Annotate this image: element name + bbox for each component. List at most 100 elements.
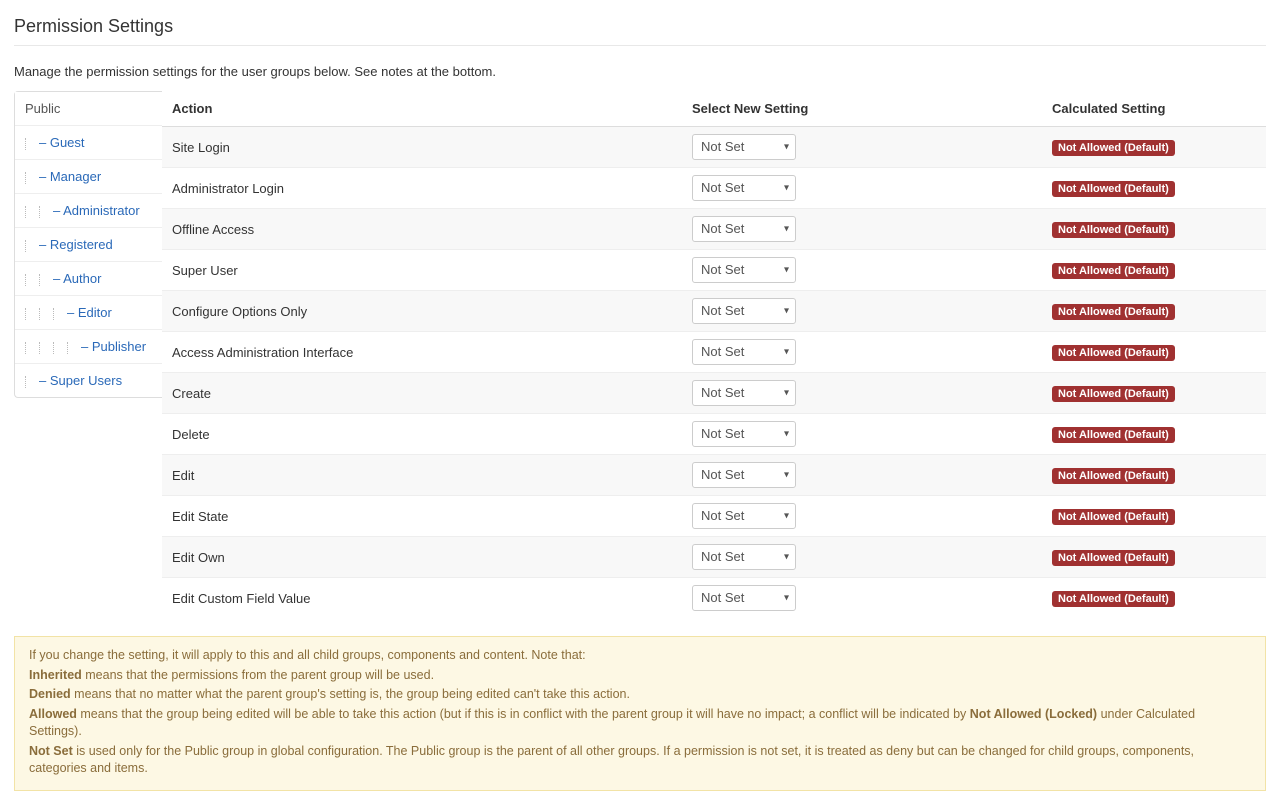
group-tab[interactable]: – Guest — [15, 126, 162, 159]
indent-marker — [25, 240, 33, 252]
table-row: Administrator Login Not SetInheritedAllow… — [162, 168, 1266, 209]
calc-cell: Not Allowed (Default) — [1042, 209, 1266, 250]
table-row: Site Login Not SetInheritedAllowedDenied N… — [162, 127, 1266, 168]
permission-select[interactable]: Not SetInheritedAllowedDenied — [692, 421, 796, 447]
calc-cell: Not Allowed (Default) — [1042, 250, 1266, 291]
status-badge: Not Allowed (Default) — [1052, 140, 1175, 156]
permission-select[interactable]: Not SetInheritedAllowedDenied — [692, 175, 796, 201]
group-tab[interactable]: – Registered — [15, 228, 162, 261]
notes-line-notset: Not Set is used only for the Public grou… — [29, 743, 1251, 778]
table-row: Edit Not SetInheritedAllowedDenied Not All… — [162, 455, 1266, 496]
group-tab-label: – Publisher — [81, 339, 146, 354]
table-row: Edit Custom Field Value Not SetInheritedA… — [162, 578, 1266, 619]
indent-marker — [25, 376, 33, 388]
action-cell: Delete — [162, 414, 682, 455]
notes-line-inherited: Inherited means that the permissions fro… — [29, 667, 1251, 685]
group-tab[interactable]: – Editor — [15, 296, 162, 329]
select-cell: Not SetInheritedAllowedDenied — [682, 455, 1042, 496]
notes-line-denied: Denied means that no matter what the par… — [29, 686, 1251, 704]
calc-cell: Not Allowed (Default) — [1042, 414, 1266, 455]
notes-line-allowed: Allowed means that the group being edite… — [29, 706, 1251, 741]
table-row: Delete Not SetInheritedAllowedDenied Not A… — [162, 414, 1266, 455]
status-badge: Not Allowed (Default) — [1052, 345, 1175, 361]
indent-marker — [67, 342, 75, 354]
select-cell: Not SetInheritedAllowedDenied — [682, 537, 1042, 578]
action-cell: Create — [162, 373, 682, 414]
permission-select[interactable]: Not SetInheritedAllowedDenied — [692, 380, 796, 406]
permission-select[interactable]: Not SetInheritedAllowedDenied — [692, 216, 796, 242]
select-cell: Not SetInheritedAllowedDenied — [682, 209, 1042, 250]
action-cell: Edit Own — [162, 537, 682, 578]
action-cell: Super User — [162, 250, 682, 291]
select-cell: Not SetInheritedAllowedDenied — [682, 578, 1042, 619]
action-cell: Edit Custom Field Value — [162, 578, 682, 619]
group-tab[interactable]: – Administrator — [15, 194, 162, 227]
notes-line-intro: If you change the setting, it will apply… — [29, 647, 1251, 665]
group-tab[interactable]: – Manager — [15, 160, 162, 193]
action-cell: Configure Options Only — [162, 291, 682, 332]
group-tab[interactable]: Public — [15, 92, 162, 125]
permission-select[interactable]: Not SetInheritedAllowedDenied — [692, 298, 796, 324]
col-header-action: Action — [162, 91, 682, 127]
permissions-panel: Public – Guest – Manager – Administrator – R… — [14, 91, 1266, 618]
group-tab-label: – Author — [53, 271, 101, 286]
group-tab-label: – Editor — [67, 305, 112, 320]
permission-select[interactable]: Not SetInheritedAllowedDenied — [692, 257, 796, 283]
permission-select[interactable]: Not SetInheritedAllowedDenied — [692, 462, 796, 488]
group-tab-label: – Guest — [39, 135, 85, 150]
permission-select[interactable]: Not SetInheritedAllowedDenied — [692, 544, 796, 570]
table-row: Access Administration InterfaceNot SetIn… — [162, 332, 1266, 373]
calc-cell: Not Allowed (Default) — [1042, 127, 1266, 168]
calc-cell: Not Allowed (Default) — [1042, 537, 1266, 578]
group-tab-label: – Administrator — [53, 203, 140, 218]
col-header-calc: Calculated Setting — [1042, 91, 1266, 127]
status-badge: Not Allowed (Default) — [1052, 591, 1175, 607]
calc-cell: Not Allowed (Default) — [1042, 455, 1266, 496]
group-tab[interactable]: – Super Users — [15, 364, 162, 397]
select-cell: Not SetInheritedAllowedDenied — [682, 414, 1042, 455]
indent-marker — [53, 308, 61, 320]
permission-select[interactable]: Not SetInheritedAllowedDenied — [692, 503, 796, 529]
select-cell: Not SetInheritedAllowedDenied — [682, 496, 1042, 537]
action-cell: Site Login — [162, 127, 682, 168]
select-cell: Not SetInheritedAllowedDenied — [682, 332, 1042, 373]
group-tab-label: – Registered — [39, 237, 113, 252]
indent-marker — [25, 308, 33, 320]
permission-select[interactable]: Not SetInheritedAllowedDenied — [692, 134, 796, 160]
indent-marker — [39, 342, 47, 354]
intro-text: Manage the permission settings for the u… — [14, 64, 1266, 79]
action-cell: Offline Access — [162, 209, 682, 250]
group-tabs: Public – Guest – Manager – Administrator – R… — [14, 91, 162, 398]
indent-marker — [39, 308, 47, 320]
status-badge: Not Allowed (Default) — [1052, 468, 1175, 484]
indent-marker — [39, 206, 47, 218]
group-tab[interactable]: – Publisher — [15, 330, 162, 363]
indent-marker — [25, 138, 33, 150]
table-row: Edit State Not SetInheritedAllowedDenied N… — [162, 496, 1266, 537]
permissions-table: Action Select New Setting Calculated Set… — [162, 91, 1266, 618]
select-cell: Not SetInheritedAllowedDenied — [682, 291, 1042, 332]
group-tab-label: – Super Users — [39, 373, 122, 388]
calc-cell: Not Allowed (Default) — [1042, 496, 1266, 537]
action-cell: Edit State — [162, 496, 682, 537]
group-tab-label: Public — [25, 101, 60, 116]
table-row: Offline Access Not SetInheritedAllowedDen… — [162, 209, 1266, 250]
status-badge: Not Allowed (Default) — [1052, 181, 1175, 197]
status-badge: Not Allowed (Default) — [1052, 263, 1175, 279]
group-tab[interactable]: – Author — [15, 262, 162, 295]
calc-cell: Not Allowed (Default) — [1042, 168, 1266, 209]
calc-cell: Not Allowed (Default) — [1042, 291, 1266, 332]
permission-select[interactable]: Not SetInheritedAllowedDenied — [692, 585, 796, 611]
status-badge: Not Allowed (Default) — [1052, 427, 1175, 443]
indent-marker — [25, 274, 33, 286]
status-badge: Not Allowed (Default) — [1052, 222, 1175, 238]
permission-select[interactable]: Not SetInheritedAllowedDenied — [692, 339, 796, 365]
action-cell: Edit — [162, 455, 682, 496]
status-badge: Not Allowed (Default) — [1052, 386, 1175, 402]
table-row: Edit Own Not SetInheritedAllowedDenied Not… — [162, 537, 1266, 578]
status-badge: Not Allowed (Default) — [1052, 509, 1175, 525]
calc-cell: Not Allowed (Default) — [1042, 332, 1266, 373]
action-cell: Administrator Login — [162, 168, 682, 209]
notes-box: If you change the setting, it will apply… — [14, 636, 1266, 791]
select-cell: Not SetInheritedAllowedDenied — [682, 168, 1042, 209]
